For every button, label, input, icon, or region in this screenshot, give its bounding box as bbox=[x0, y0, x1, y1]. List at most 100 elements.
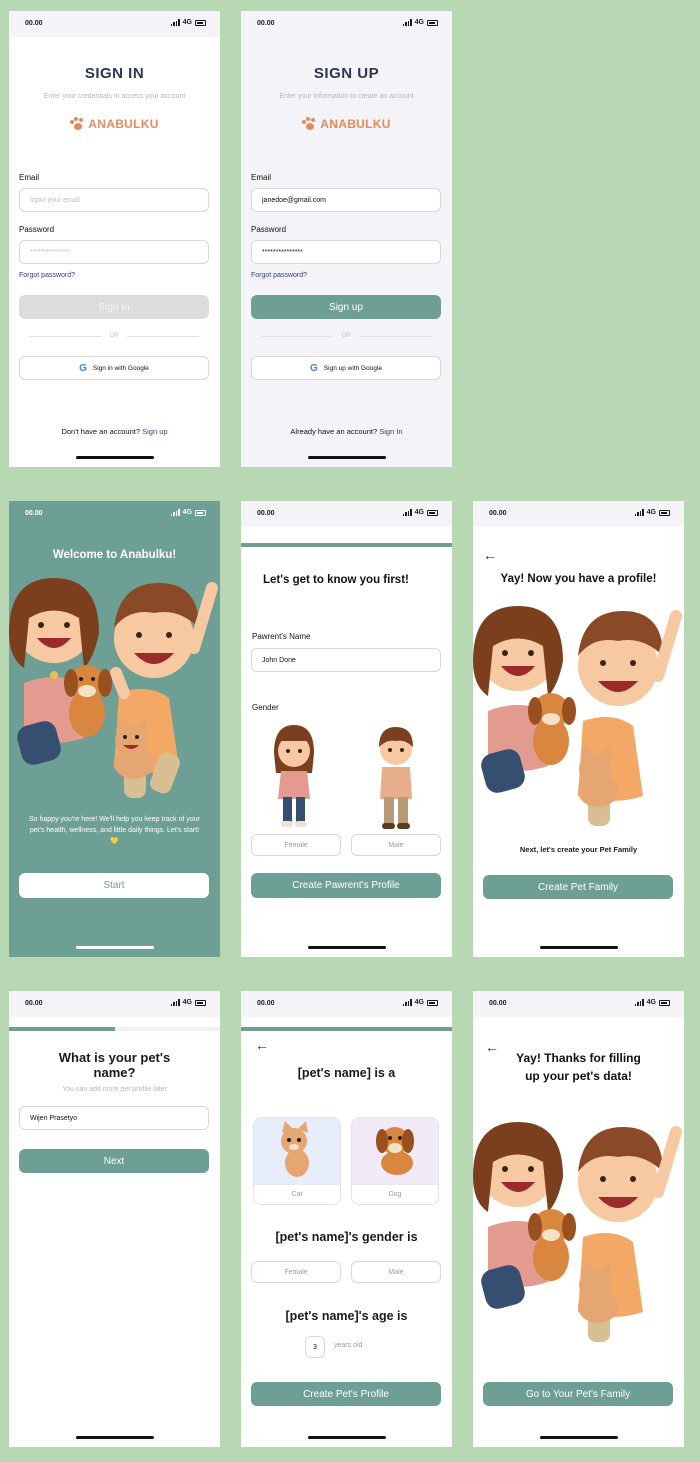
pawrent-name-field[interactable]: John Done bbox=[251, 648, 441, 672]
google-sign-in-button[interactable]: G Sign in with Google bbox=[19, 356, 209, 380]
signal-icon bbox=[402, 509, 412, 516]
sign-in-button[interactable]: Sign In bbox=[19, 295, 209, 319]
male-option[interactable]: Male bbox=[351, 834, 441, 856]
pet-age-field[interactable]: 3 bbox=[305, 1336, 325, 1358]
battery-icon bbox=[427, 19, 438, 26]
page-title: Yay! Now you have a profile! bbox=[500, 573, 657, 585]
gender-label: Gender bbox=[252, 703, 279, 712]
start-button[interactable]: Start bbox=[19, 873, 209, 898]
status-bar: 00.00 4G bbox=[241, 501, 452, 527]
status-time: 00.00 bbox=[489, 1000, 507, 1007]
pet-gender-title: [pet's name]'s gender is bbox=[275, 1230, 418, 1244]
cat-image bbox=[254, 1118, 340, 1184]
progress-bar bbox=[241, 543, 452, 547]
pet-male-option[interactable]: Male bbox=[351, 1261, 441, 1283]
google-icon: G bbox=[79, 362, 87, 374]
status-time: 00.00 bbox=[257, 1000, 275, 1007]
network-label: 4G bbox=[182, 509, 192, 516]
cat-label: Cat bbox=[254, 1184, 340, 1204]
status-time: 00.00 bbox=[489, 510, 507, 517]
create-pet-profile-button[interactable]: Create Pet's Profile bbox=[251, 1382, 441, 1406]
signal-icon bbox=[170, 509, 180, 516]
create-pet-family-button[interactable]: Create Pet Family bbox=[483, 875, 673, 899]
name-label: Pawrent's Name bbox=[252, 632, 311, 641]
password-field[interactable]: *************** bbox=[19, 240, 209, 264]
back-arrow-icon[interactable]: ← bbox=[255, 1037, 269, 1053]
status-bar: 00.00 4G bbox=[9, 11, 220, 37]
signin-prompt-text: Already have an account? bbox=[290, 427, 378, 436]
cat-option[interactable]: Cat bbox=[253, 1117, 341, 1205]
pet-female-option[interactable]: Female bbox=[251, 1261, 341, 1283]
status-time: 00.00 bbox=[257, 20, 275, 27]
welcome-screen: 00.00 4G Welcome to Anabulku! So happy y… bbox=[9, 501, 220, 957]
forgot-password-link[interactable]: Forgot password? bbox=[251, 272, 307, 279]
home-indicator bbox=[539, 946, 618, 949]
pet-name-field[interactable]: Wijen Prasetyo bbox=[19, 1106, 209, 1130]
age-unit-label: years old bbox=[334, 1342, 363, 1349]
email-label: Email bbox=[19, 173, 40, 182]
network-label: 4G bbox=[182, 999, 192, 1006]
home-indicator bbox=[75, 946, 154, 949]
or-divider: OR bbox=[29, 333, 199, 339]
battery-icon bbox=[195, 999, 206, 1006]
page-subtitle: Enter your credentials to access your ac… bbox=[43, 93, 186, 100]
family-illustration bbox=[473, 606, 682, 826]
email-field[interactable]: Input your email bbox=[19, 188, 209, 212]
page-title: What is your pet's name? bbox=[58, 1050, 171, 1080]
battery-icon bbox=[195, 509, 206, 516]
password-label: Password bbox=[19, 225, 55, 234]
home-indicator bbox=[307, 946, 386, 949]
page-title: Yay! Thanks for filling up your pet's da… bbox=[473, 1049, 684, 1085]
or-divider: OR bbox=[261, 333, 431, 339]
female-option[interactable]: Female bbox=[251, 834, 341, 856]
google-label: Sign up with Google bbox=[323, 364, 382, 372]
google-sign-up-button[interactable]: G Sign up with Google bbox=[251, 356, 441, 380]
title-line-2: up your pet's data! bbox=[525, 1069, 632, 1083]
email-field[interactable]: janedoe@gmail.com bbox=[251, 188, 441, 212]
brand-name: ANABULKU bbox=[88, 117, 159, 131]
home-indicator bbox=[307, 1436, 386, 1439]
status-time: 00.00 bbox=[25, 510, 43, 517]
go-to-pet-family-button[interactable]: Go to Your Pet's Family bbox=[483, 1382, 673, 1406]
page-subtitle: You can add more pet profile later bbox=[62, 1086, 167, 1093]
female-figure bbox=[274, 725, 314, 827]
create-pawrent-profile-button[interactable]: Create Pawrent's Profile bbox=[251, 873, 441, 898]
home-indicator bbox=[75, 1436, 154, 1439]
title-line-1: Yay! Thanks for filling bbox=[516, 1051, 641, 1065]
thanks-screen: 00.00 4G ← Yay! Thanks for filling up you… bbox=[473, 991, 684, 1447]
next-button[interactable]: Next bbox=[19, 1149, 209, 1173]
brand-logo: ANABULKU bbox=[241, 117, 452, 131]
back-arrow-icon[interactable]: ← bbox=[483, 547, 497, 563]
status-bar: 00.00 4G bbox=[473, 501, 684, 527]
paw-icon bbox=[302, 117, 317, 131]
email-label: Email bbox=[251, 173, 272, 182]
home-indicator bbox=[75, 456, 154, 459]
signal-icon bbox=[402, 999, 412, 1006]
battery-icon bbox=[195, 19, 206, 26]
dog-option[interactable]: Dog bbox=[351, 1117, 439, 1205]
home-indicator bbox=[307, 456, 386, 459]
signup-link[interactable]: Sign up bbox=[142, 427, 167, 436]
signin-link[interactable]: Sign In bbox=[379, 427, 402, 436]
google-icon: G bbox=[310, 362, 318, 374]
signup-prompt-text: Don't have an account? bbox=[61, 427, 141, 436]
status-bar: 00.00 4G bbox=[473, 991, 684, 1017]
network-label: 4G bbox=[646, 509, 656, 516]
network-label: 4G bbox=[182, 19, 192, 26]
network-label: 4G bbox=[414, 999, 424, 1006]
status-time: 00.00 bbox=[257, 510, 275, 517]
status-time: 00.00 bbox=[25, 1000, 43, 1007]
profile-created-screen: 00.00 4G ← Yay! Now you have a profile! N… bbox=[473, 501, 684, 957]
male-figure bbox=[379, 727, 413, 829]
forgot-password-link[interactable]: Forgot password? bbox=[19, 272, 75, 279]
family-illustration bbox=[9, 578, 218, 798]
pet-name-screen: 00.00 4G What is your pet's name? You can… bbox=[9, 991, 220, 1447]
sign-up-button[interactable]: Sign up bbox=[251, 295, 441, 319]
password-field[interactable]: *************** bbox=[251, 240, 441, 264]
pet-age-title: [pet's name]'s age is bbox=[285, 1309, 408, 1323]
progress-bar bbox=[241, 1027, 452, 1031]
page-title: Let's get to know you first! bbox=[263, 574, 409, 586]
page-subtitle: Enter your information to create an acco… bbox=[279, 93, 414, 100]
network-label: 4G bbox=[414, 509, 424, 516]
signin-prompt: Already have an account? Sign In bbox=[241, 427, 452, 436]
